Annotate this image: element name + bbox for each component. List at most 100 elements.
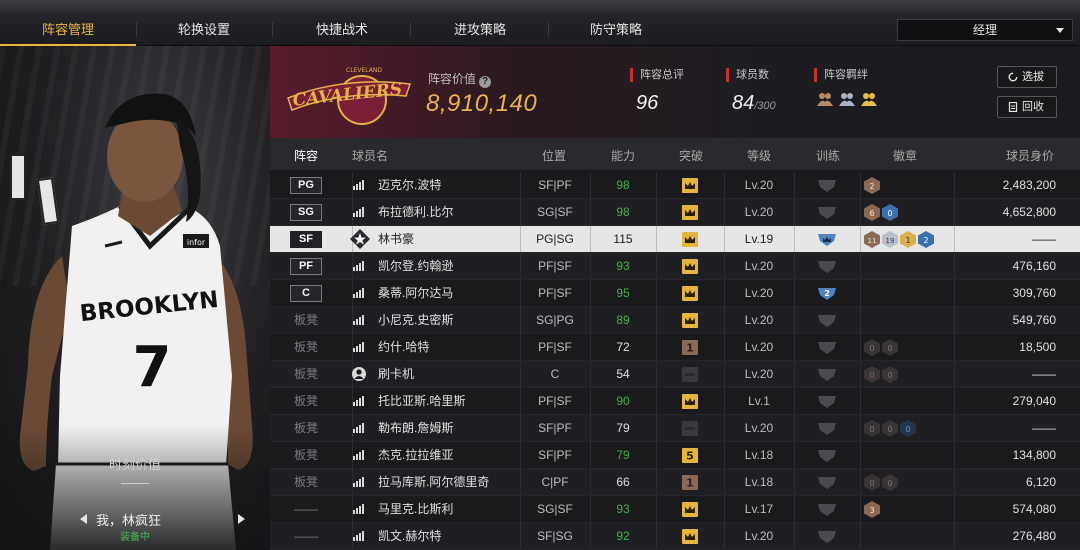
header-training[interactable]: 训练 <box>816 147 840 164</box>
training-shield-icon[interactable] <box>817 314 837 327</box>
header-player-value[interactable]: 球员身价 <box>1006 147 1054 164</box>
training-shield-icon[interactable] <box>817 530 837 543</box>
player-name[interactable]: 刷卡机 <box>378 361 414 388</box>
column-divider <box>656 172 657 198</box>
player-name[interactable]: 凯文.赫尔特 <box>378 523 441 550</box>
column-divider <box>954 496 955 522</box>
player-name[interactable]: 拉马库斯.阿尔德里奇 <box>378 469 489 496</box>
column-divider <box>954 334 955 360</box>
roster-count-label: 球员数 <box>726 68 776 82</box>
arrow-left-icon[interactable] <box>80 514 87 524</box>
breakthrough-icon <box>682 205 698 220</box>
training-shield-icon[interactable] <box>817 179 837 192</box>
shield-icon <box>818 369 836 381</box>
stats-bars-icon[interactable] <box>353 504 364 514</box>
training-shield-icon[interactable] <box>817 395 837 408</box>
table-row[interactable]: PG 迈克尔.波特 SF|PF 98 Lv.20 2 2,483,200 <box>270 172 1080 199</box>
player-name[interactable]: 马里克.比斯利 <box>378 496 453 523</box>
table-row[interactable]: 板凳 约什.哈特 PF|SF 72 1 Lv.20 0 0 18,500 <box>270 334 1080 361</box>
training-shield-icon[interactable] <box>817 449 837 462</box>
column-divider <box>860 388 861 414</box>
stats-bars-icon[interactable] <box>353 450 364 460</box>
player-name[interactable]: 杰克.拉拉维亚 <box>378 442 453 469</box>
bond-gold-icon[interactable] <box>860 90 878 108</box>
player-name[interactable]: 凯尔登.约翰逊 <box>378 253 453 280</box>
table-row[interactable]: 板凳 刷卡机 C 54 Lv.20 0 0 —— <box>270 361 1080 388</box>
table-row[interactable]: 板凳 拉马库斯.阿尔德里奇 C|PF 66 1 Lv.18 0 0 6,120 <box>270 469 1080 496</box>
training-shield-icon[interactable] <box>817 341 837 354</box>
stats-bars-icon[interactable] <box>353 288 364 298</box>
stats-bars-icon[interactable] <box>353 423 364 433</box>
recycle-button[interactable]: 回收 <box>997 96 1057 118</box>
player-name[interactable]: 小尼克.史密斯 <box>378 307 453 334</box>
stats-bars-icon[interactable] <box>353 261 364 271</box>
header-badges[interactable]: 徽章 <box>893 147 917 164</box>
header-ability[interactable]: 能力 <box>611 147 635 164</box>
column-divider <box>656 199 657 225</box>
training-shield-icon[interactable] <box>817 503 837 516</box>
bond-bronze-icon[interactable] <box>816 90 834 108</box>
tab-defense[interactable]: 防守策略 <box>548 12 684 46</box>
table-row[interactable]: —— 马里克.比斯利 SG|SF 93 Lv.17 3 574,080 <box>270 496 1080 523</box>
badge-list: 60 <box>864 204 898 221</box>
player-name[interactable]: 布拉德利.比尔 <box>378 199 453 226</box>
training-shield-icon[interactable] <box>817 476 837 489</box>
player-name[interactable]: 桑蒂.阿尔达马 <box>378 280 453 307</box>
player-name[interactable]: 林书豪 <box>378 226 414 253</box>
training-shield-icon[interactable] <box>817 368 837 381</box>
stats-bars-icon[interactable] <box>353 180 364 190</box>
stats-bars-icon[interactable] <box>353 396 364 406</box>
table-row[interactable]: 板凳 小尼克.史密斯 SG|PG 89 Lv.20 549,760 <box>270 307 1080 334</box>
column-divider <box>590 523 591 549</box>
table-row[interactable]: 板凳 托比亚斯.哈里斯 PF|SF 90 Lv.1 279,040 <box>270 388 1080 415</box>
stats-bars-icon[interactable] <box>353 477 364 487</box>
training-shield-icon[interactable] <box>817 233 837 246</box>
header-slot[interactable]: 阵容 <box>294 147 318 164</box>
badge-hexagon: 0 <box>864 474 880 491</box>
player-name[interactable]: 托比亚斯.哈里斯 <box>378 388 465 415</box>
training-shield-icon[interactable]: 2 <box>817 287 837 300</box>
tab-quick-tactics[interactable]: 快捷战术 <box>274 12 410 46</box>
stats-bars-icon[interactable] <box>353 342 364 352</box>
table-row[interactable]: SG 布拉德利.比尔 SG|SF 98 Lv.20 6 0 4,652,800 <box>270 199 1080 226</box>
table-row[interactable]: 板凳 勒布朗.詹姆斯 SF|PF 79 Lv.20 0 0 0 —— <box>270 415 1080 442</box>
lineup-rating-label: 阵容总评 <box>630 68 684 82</box>
table-row[interactable]: C 桑蒂.阿尔达马 PF|SF 95 Lv.20 2 309,760 <box>270 280 1080 307</box>
bond-silver-icon[interactable] <box>838 90 856 108</box>
arrow-right-icon[interactable] <box>238 514 245 524</box>
player-position: SG|SF <box>537 205 573 219</box>
training-shield-icon[interactable] <box>817 422 837 435</box>
tab-lineup[interactable]: 阵容管理 <box>0 12 136 46</box>
stats-bars-icon[interactable] <box>353 315 364 325</box>
moment-value-label: 时刻价值 <box>108 457 161 472</box>
badge-list: 00 <box>864 366 898 383</box>
help-icon[interactable]: ? <box>479 76 492 88</box>
player-name[interactable]: 勒布朗.詹姆斯 <box>378 415 453 442</box>
header-name[interactable]: 球员名 <box>352 147 388 164</box>
breakthrough-icon <box>682 367 698 382</box>
training-shield-icon[interactable] <box>817 206 837 219</box>
training-shield-icon[interactable] <box>817 260 837 273</box>
player-ability: 93 <box>616 259 630 273</box>
player-name[interactable]: 约什.哈特 <box>378 334 429 361</box>
column-divider <box>860 280 861 306</box>
table-row[interactable]: SF 林书豪 PG|SG 115 Lv.19 11 19 1 2 —— <box>270 226 1080 253</box>
table-row[interactable]: —— 凯文.赫尔特 SF|SG 92 Lv.20 276,480 <box>270 523 1080 550</box>
table-row[interactable]: PF 凯尔登.约翰逊 PF|SF 93 Lv.20 476,160 <box>270 253 1080 280</box>
lineup-bond-label: 阵容羁绊 <box>814 68 878 82</box>
stats-bars-icon[interactable] <box>353 531 364 541</box>
header-position[interactable]: 位置 <box>542 147 566 164</box>
header-breakthrough[interactable]: 突破 <box>679 147 703 164</box>
tab-rotation[interactable]: 轮换设置 <box>136 12 272 46</box>
tab-offense[interactable]: 进攻策略 <box>412 12 548 46</box>
header-level[interactable]: 等级 <box>747 147 771 164</box>
column-divider <box>794 172 795 198</box>
select-players-button[interactable]: 选拔 <box>997 66 1057 88</box>
manager-dropdown[interactable]: 经理 <box>897 19 1073 41</box>
stats-bars-icon[interactable] <box>353 207 364 217</box>
shield-icon <box>818 477 836 489</box>
manager-dropdown-label: 经理 <box>972 23 997 37</box>
table-row[interactable]: 板凳 杰克.拉拉维亚 SF|PF 79 5 Lv.18 134,800 <box>270 442 1080 469</box>
column-divider <box>724 442 725 468</box>
player-name[interactable]: 迈克尔.波特 <box>378 172 441 199</box>
